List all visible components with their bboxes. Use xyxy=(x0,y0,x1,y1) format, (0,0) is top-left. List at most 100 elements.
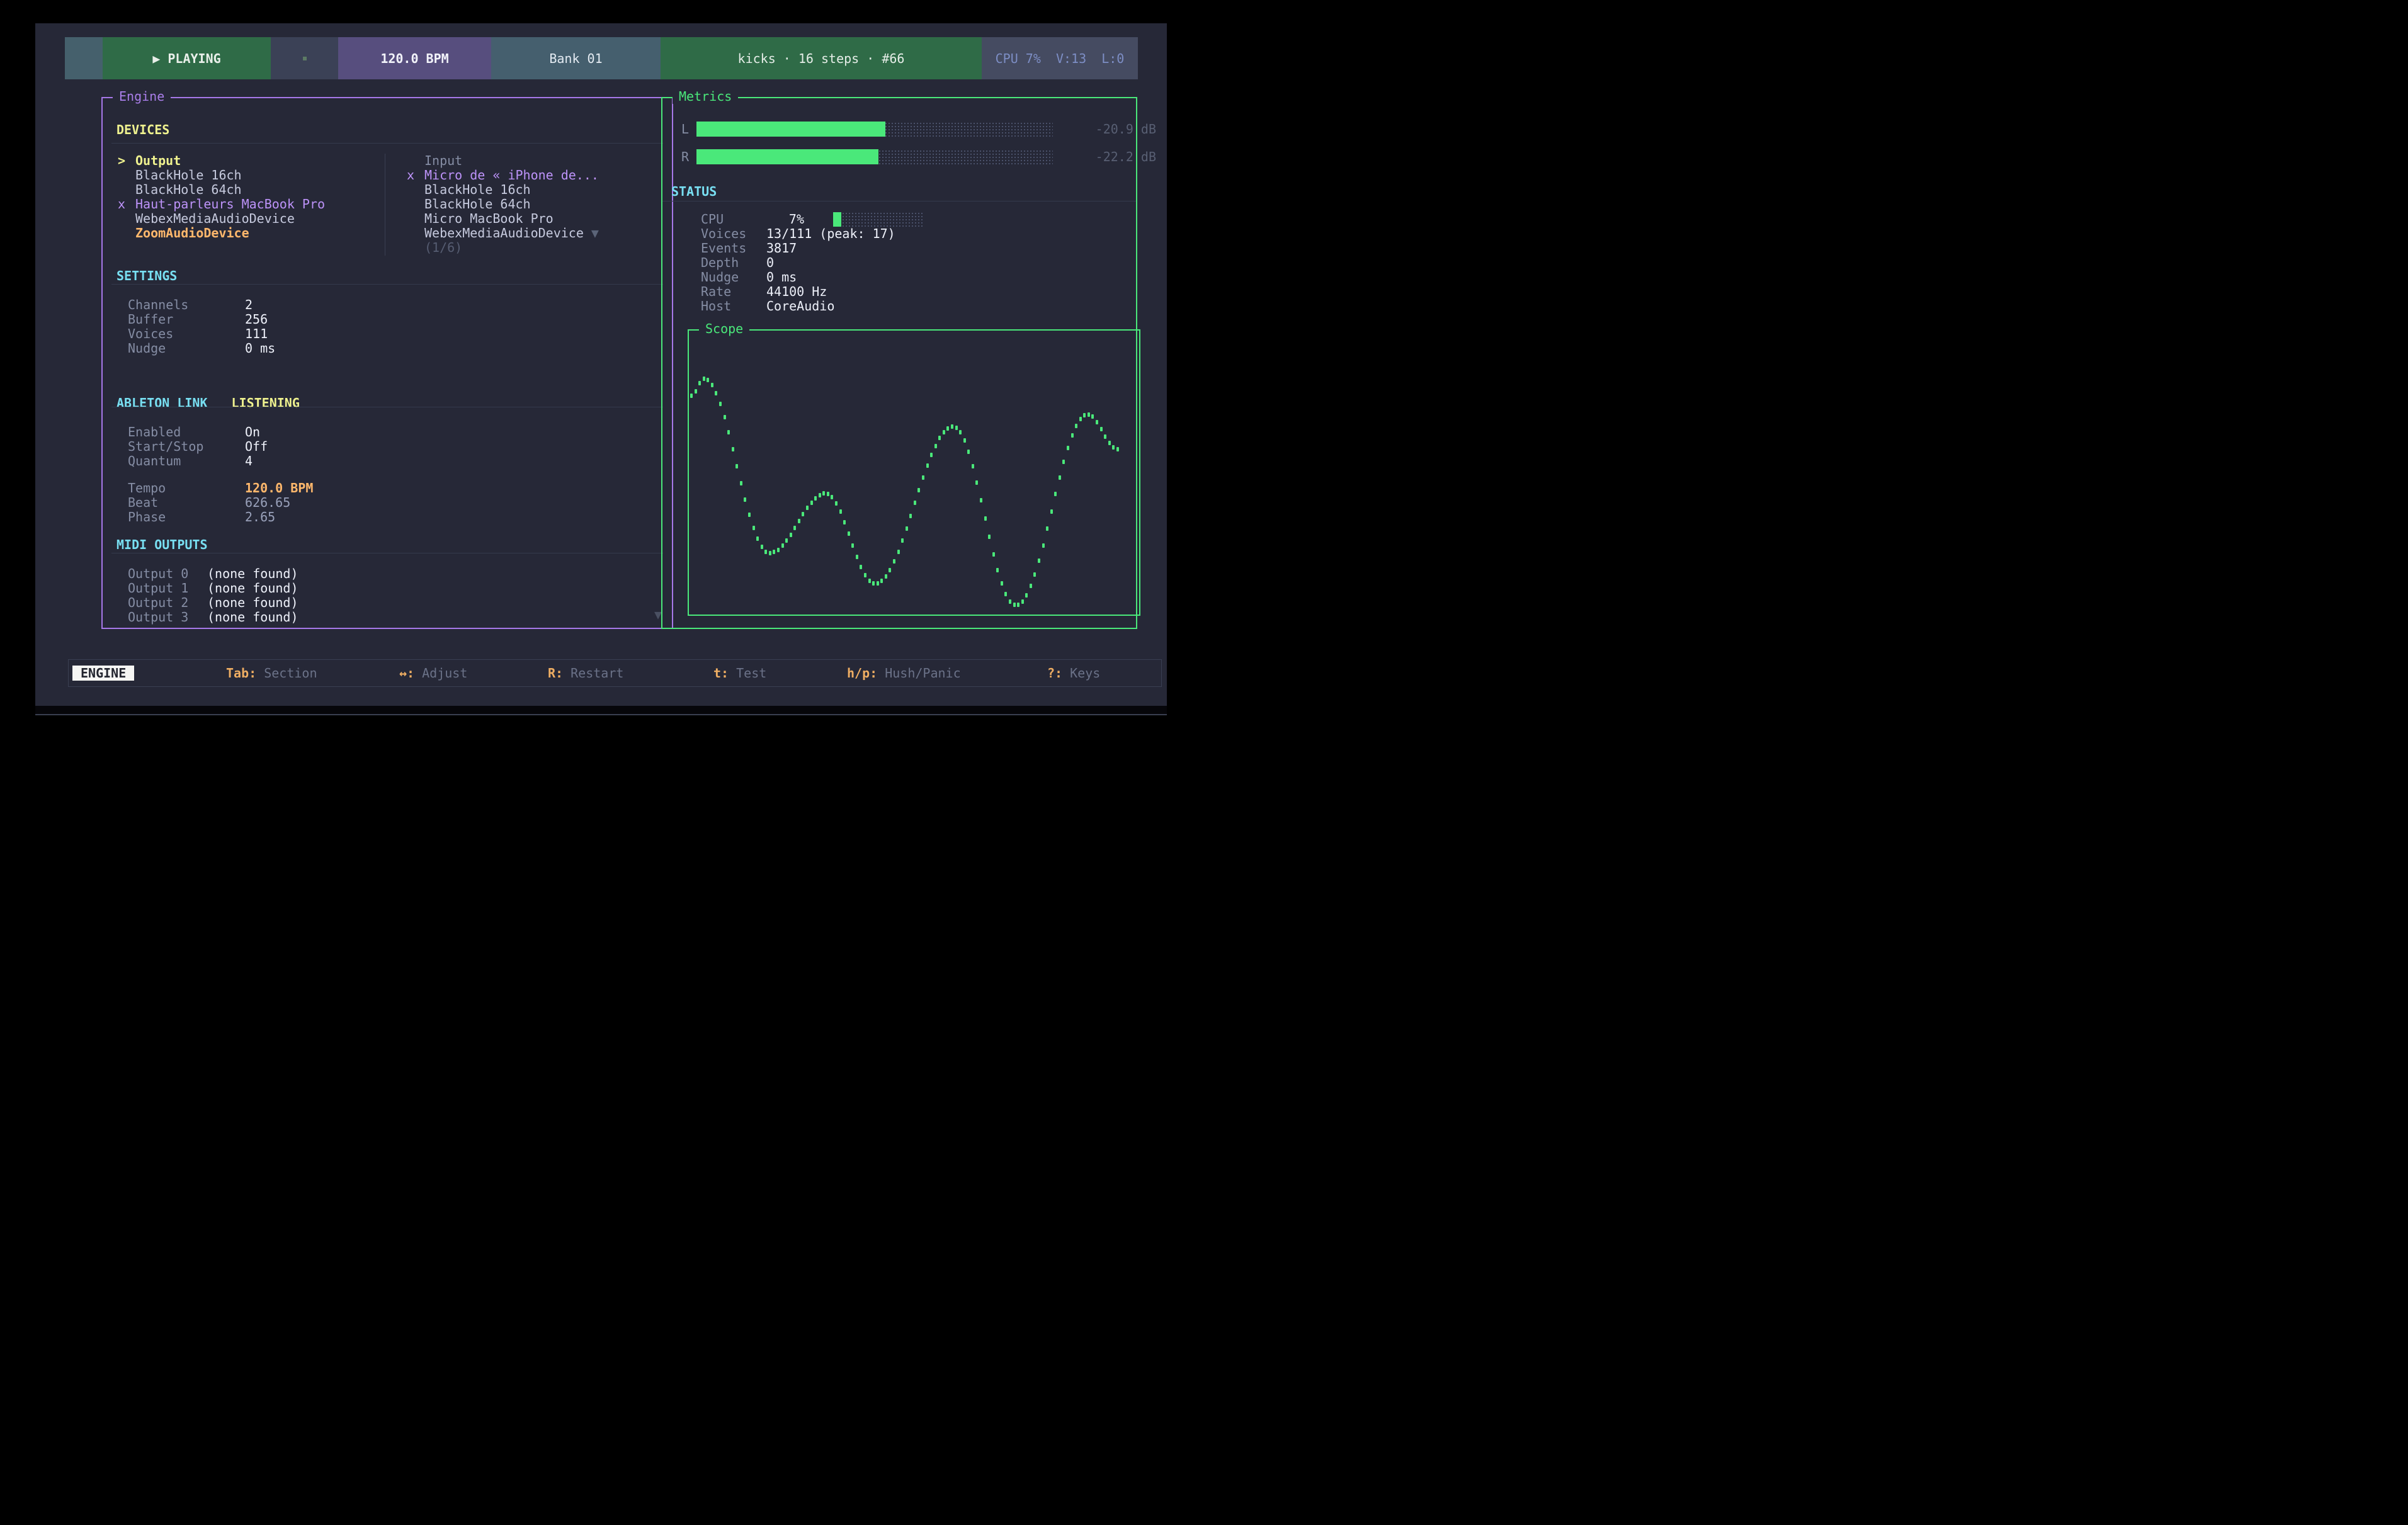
mode-badge: ENGINE xyxy=(72,666,134,681)
link-row: Enabled On xyxy=(128,425,443,439)
status-label: Host xyxy=(701,299,731,314)
scope-waveform-dot xyxy=(756,536,759,541)
link-row: Quantum4 xyxy=(128,454,443,468)
hint-test[interactable]: t: Test xyxy=(713,666,766,681)
meter-right: R -22.2 dB xyxy=(696,149,1053,164)
scope-waveform-dot xyxy=(839,509,842,514)
link-label: Enabled xyxy=(128,425,181,439)
input-device-item-active[interactable]: x Micro de « iPhone de... xyxy=(406,168,670,183)
midi-output-label: Output 2 xyxy=(128,596,188,610)
scope-waveform-dot xyxy=(1104,434,1106,439)
link-value[interactable]: Off xyxy=(245,439,268,454)
scope-waveform-dot xyxy=(719,402,722,406)
status-heading: STATUS xyxy=(671,184,717,199)
hint-key: ?: xyxy=(1047,666,1062,681)
scope-waveform-dot xyxy=(955,426,958,430)
system-stats: CPU 7% V:13 L:0 xyxy=(982,37,1138,79)
scope-waveform-dot xyxy=(724,415,726,419)
scope-waveform-dot xyxy=(806,506,809,510)
output-device-item[interactable]: WebexMediaAudioDevice xyxy=(116,212,381,226)
transport-status[interactable]: ▶ PLAYING xyxy=(103,37,271,79)
status-row: Rate44100 Hz xyxy=(701,285,1110,299)
scope-waveform-dot xyxy=(707,378,709,382)
link-value[interactable]: On xyxy=(245,425,260,439)
scope-waveform-dot xyxy=(860,565,862,569)
meter-right-fill xyxy=(696,149,878,164)
meter-left: L -20.9 dB xyxy=(696,122,1053,137)
setting-value[interactable]: 2 xyxy=(245,298,253,312)
input-device-item[interactable]: WebexMediaAudioDevice ▼ xyxy=(406,226,670,241)
scope-waveform-dot xyxy=(819,493,821,497)
hint-label xyxy=(729,666,736,681)
setting-value[interactable]: 111 xyxy=(245,327,268,341)
scope-waveform-dot xyxy=(1108,441,1111,445)
output-device-item[interactable]: BlackHole 16ch xyxy=(116,168,381,183)
bpm-display[interactable]: 120.0 BPM xyxy=(338,37,491,79)
tempo-list: Tempo120.0 BPM Beat626.65 Phase2.65 xyxy=(128,481,443,524)
hint-restart[interactable]: R: Restart xyxy=(548,666,623,681)
output-device-item-highlighted[interactable]: ZoomAudioDevice xyxy=(116,226,381,241)
scope-waveform-dot xyxy=(1100,427,1103,431)
input-device-item[interactable]: BlackHole 64ch xyxy=(406,197,670,212)
status-label: Depth xyxy=(701,256,739,270)
active-device-x-icon: x xyxy=(116,197,135,212)
input-column-header[interactable]: Input xyxy=(406,154,670,168)
hint-label: Adjust xyxy=(422,666,467,681)
cpu-bar-track xyxy=(833,212,923,227)
pattern-display[interactable]: kicks · 16 steps · #66 xyxy=(661,37,982,79)
setting-value[interactable]: 256 xyxy=(245,312,268,327)
status-value: 0 ms xyxy=(766,270,797,285)
link-label: Start/Stop xyxy=(128,439,203,454)
metrics-panel-title: Metrics xyxy=(673,89,738,104)
midi-output-label: Output 1 xyxy=(128,581,188,596)
hint-key: h/p: xyxy=(847,666,877,681)
status-label: Events xyxy=(701,241,746,256)
scope-waveform-dot xyxy=(946,426,949,431)
setting-value[interactable]: 0 ms xyxy=(245,341,275,356)
output-column-header[interactable]: > Output xyxy=(116,154,381,168)
midi-output-label: Output 3 xyxy=(128,610,188,625)
scope-waveform-dot xyxy=(975,480,978,485)
setting-row: Voices111 xyxy=(128,327,443,341)
input-device-item[interactable]: Micro MacBook Pro xyxy=(406,212,670,226)
scope-waveform-dot xyxy=(988,535,991,539)
link-value[interactable]: 4 xyxy=(245,454,253,468)
hint-section[interactable]: Tab: Section xyxy=(226,666,317,681)
meter-left-value: -20.9 dB xyxy=(1068,122,1156,137)
hint-label xyxy=(1062,666,1070,681)
scope-waveform-dot xyxy=(793,526,796,530)
scope-waveform-dot xyxy=(835,501,838,506)
hint-hush-panic[interactable]: h/p: Hush/Panic xyxy=(847,666,961,681)
output-header-label: Output xyxy=(135,154,181,168)
status-value: 13/111 (peak: 17) xyxy=(766,227,895,241)
output-device-item-active[interactable]: x Haut-parleurs MacBook Pro xyxy=(116,197,381,212)
output-device-list: > Output BlackHole 16ch BlackHole 64ch x… xyxy=(116,154,381,241)
hint-keys[interactable]: ?: Keys xyxy=(1047,666,1100,681)
scope-waveform-dot xyxy=(906,526,908,531)
midi-output-row: Output 0(none found) xyxy=(128,567,443,581)
output-device-item[interactable]: BlackHole 64ch xyxy=(116,183,381,197)
scope-waveform-dot xyxy=(897,550,900,554)
bank-display[interactable]: Bank 01 xyxy=(491,37,661,79)
scope-waveform-dot xyxy=(992,552,995,557)
meter-right-track xyxy=(696,149,1053,164)
scope-waveform-dot xyxy=(1091,414,1094,419)
tempo-value[interactable]: 120.0 BPM xyxy=(245,481,313,496)
scope-waveform-dot xyxy=(1033,572,1036,577)
device-label: BlackHole 16ch xyxy=(424,183,531,197)
scope-waveform-dot xyxy=(851,543,854,548)
scope-waveform-dot xyxy=(967,450,970,454)
scope-waveform-dot xyxy=(1096,420,1098,424)
hint-adjust[interactable]: ↔: Adjust xyxy=(399,666,467,681)
scope-waveform-dot xyxy=(1025,593,1028,598)
status-row-cpu: CPU 7% xyxy=(701,212,1110,227)
scroll-down-icon[interactable]: ▼ xyxy=(591,226,599,241)
device-label: Haut-parleurs MacBook Pro xyxy=(135,197,325,212)
scope-waveform-dot xyxy=(1059,475,1061,480)
hint-key: R: xyxy=(548,666,563,681)
scope-waveform-dot xyxy=(856,555,858,559)
hint-key: ↔: xyxy=(399,666,414,681)
device-label: Micro de « iPhone de... xyxy=(424,168,599,183)
input-device-item[interactable]: BlackHole 16ch xyxy=(406,183,670,197)
scope-waveform-dot xyxy=(909,514,912,518)
